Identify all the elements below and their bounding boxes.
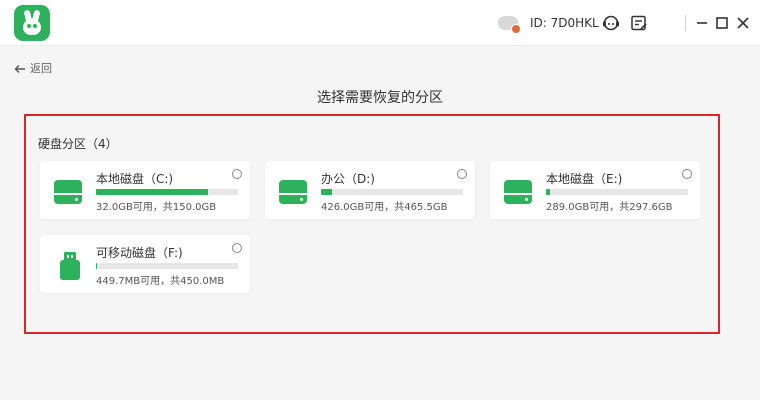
title-bar: ID: 7D0HKL: [0, 0, 760, 46]
app-logo-icon: [14, 5, 50, 41]
back-label: 返回: [30, 62, 52, 75]
hard-disk-icon: [504, 178, 532, 206]
partition-radio[interactable]: [232, 243, 242, 253]
usb-drive-icon: [54, 252, 82, 280]
arrow-left-icon: [14, 65, 25, 73]
partition-card-f[interactable]: 可移动磁盘（F:) 449.7MB可用，共450.0MB: [40, 235, 250, 293]
usage-bar: [321, 189, 463, 195]
partition-card-e[interactable]: 本地磁盘（E:) 289.0GB可用，共297.6GB: [490, 161, 700, 219]
hard-disk-icon: [54, 178, 82, 206]
cloud-avatar-icon[interactable]: [498, 13, 521, 34]
partition-name: 可移动磁盘（F:): [96, 246, 183, 260]
partition-highlight-box: [24, 114, 720, 334]
user-id: ID: 7D0HKL: [530, 16, 599, 30]
hard-disk-icon: [279, 178, 307, 206]
title-bar-divider: [685, 15, 686, 31]
maximize-icon[interactable]: [712, 13, 732, 33]
partition-usage: 449.7MB可用，共450.0MB: [96, 276, 225, 287]
partition-usage: 32.0GB可用，共150.0GB: [96, 202, 217, 213]
partition-name: 办公（D:): [321, 172, 375, 186]
section-title: 硬盘分区（4）: [38, 137, 118, 151]
partition-usage: 426.0GB可用，共465.5GB: [321, 202, 448, 213]
partition-radio[interactable]: [232, 169, 242, 179]
minimize-icon[interactable]: [692, 13, 712, 33]
usage-bar: [96, 189, 238, 195]
back-button[interactable]: 返回: [14, 61, 52, 77]
support-icon[interactable]: [601, 13, 621, 33]
partition-card-c[interactable]: 本地磁盘（C:) 32.0GB可用，共150.0GB: [40, 161, 250, 219]
page-title: 选择需要恢复的分区: [317, 90, 443, 106]
close-icon[interactable]: [733, 13, 753, 33]
usage-bar: [96, 263, 238, 269]
partition-radio[interactable]: [682, 169, 692, 179]
partition-radio[interactable]: [457, 169, 467, 179]
partition-card-d[interactable]: 办公（D:) 426.0GB可用，共465.5GB: [265, 161, 475, 219]
partition-name: 本地磁盘（C:): [96, 172, 174, 186]
partition-name: 本地磁盘（E:): [546, 172, 623, 186]
usage-bar: [546, 189, 688, 195]
partition-usage: 289.0GB可用，共297.6GB: [546, 202, 673, 213]
feedback-icon[interactable]: [629, 13, 649, 33]
